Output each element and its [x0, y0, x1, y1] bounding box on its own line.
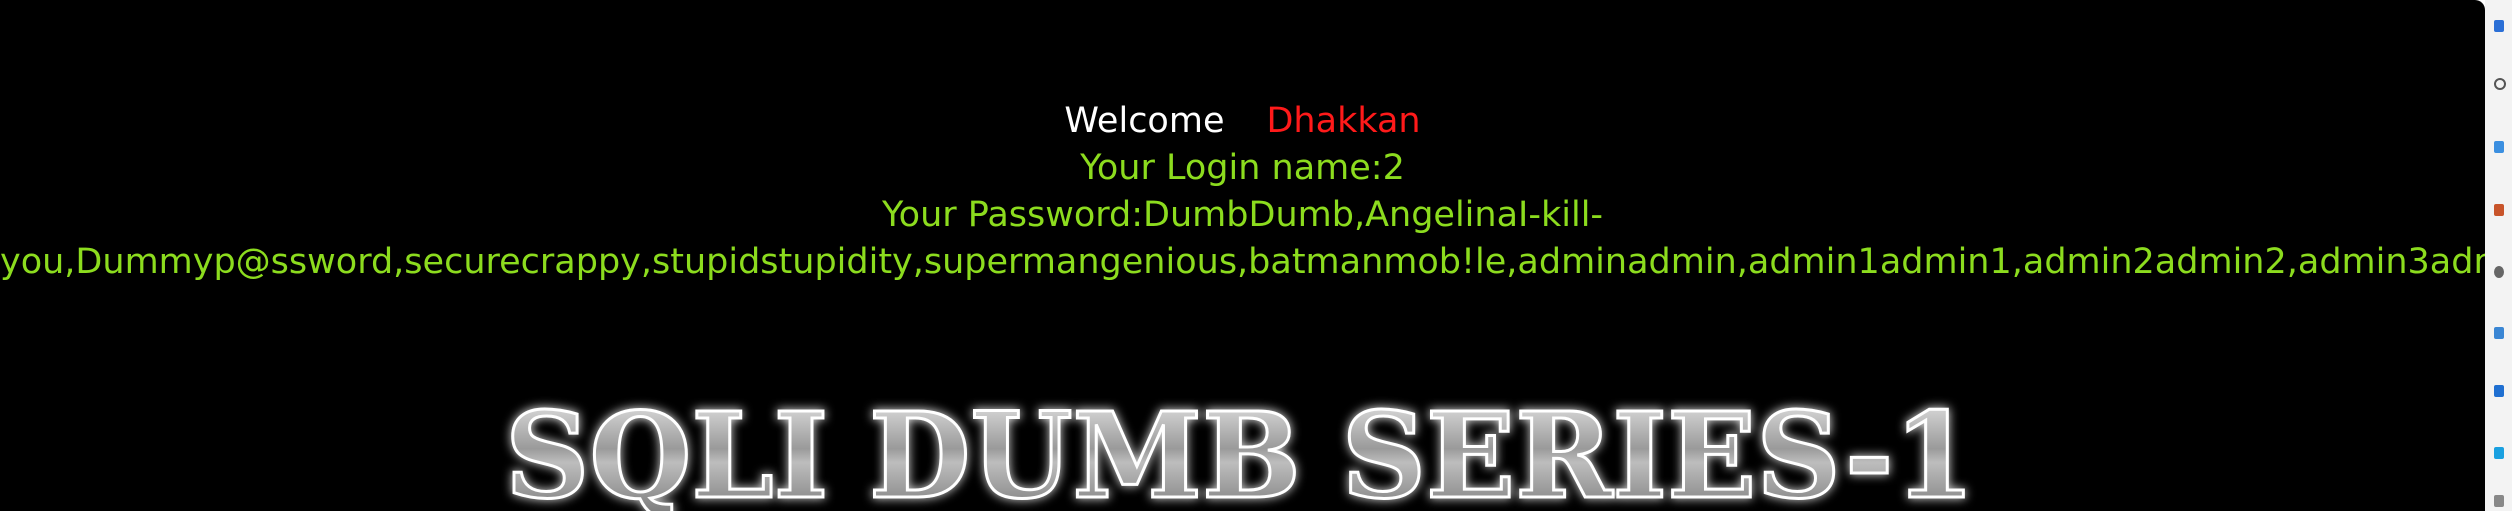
login-result-panel: Welcome Dhakkan Your Login name:2 Your Pa… — [0, 98, 2485, 286]
person-icon[interactable] — [2494, 266, 2504, 278]
search-icon[interactable] — [2494, 78, 2506, 90]
password-line: Your Password:DumbDumb,AngelinaI-kill-yo… — [0, 195, 2485, 282]
sqli-dumb-series-title-image: SQLI DUMB SERIES-1 — [500, 385, 1980, 511]
tag-icon[interactable] — [2494, 141, 2504, 153]
browser-viewport: Welcome Dhakkan Your Login name:2 Your Pa… — [0, 0, 2485, 511]
welcome-username: Dhakkan — [1266, 101, 1421, 141]
banner-title-text: SQLI DUMB SERIES-1 — [505, 386, 1975, 511]
send-icon[interactable] — [2494, 447, 2504, 459]
apps-icon[interactable] — [2494, 327, 2504, 339]
outlook-icon[interactable] — [2494, 385, 2504, 397]
bookmark-icon[interactable] — [2494, 20, 2504, 32]
welcome-label: Welcome — [1064, 101, 1225, 141]
welcome-line: Welcome Dhakkan — [0, 98, 2485, 145]
browser-side-panel — [2485, 0, 2512, 511]
login-name-line: Your Login name:2 — [1080, 148, 1405, 188]
briefcase-icon[interactable] — [2494, 204, 2504, 216]
plus-icon[interactable] — [2494, 495, 2504, 507]
